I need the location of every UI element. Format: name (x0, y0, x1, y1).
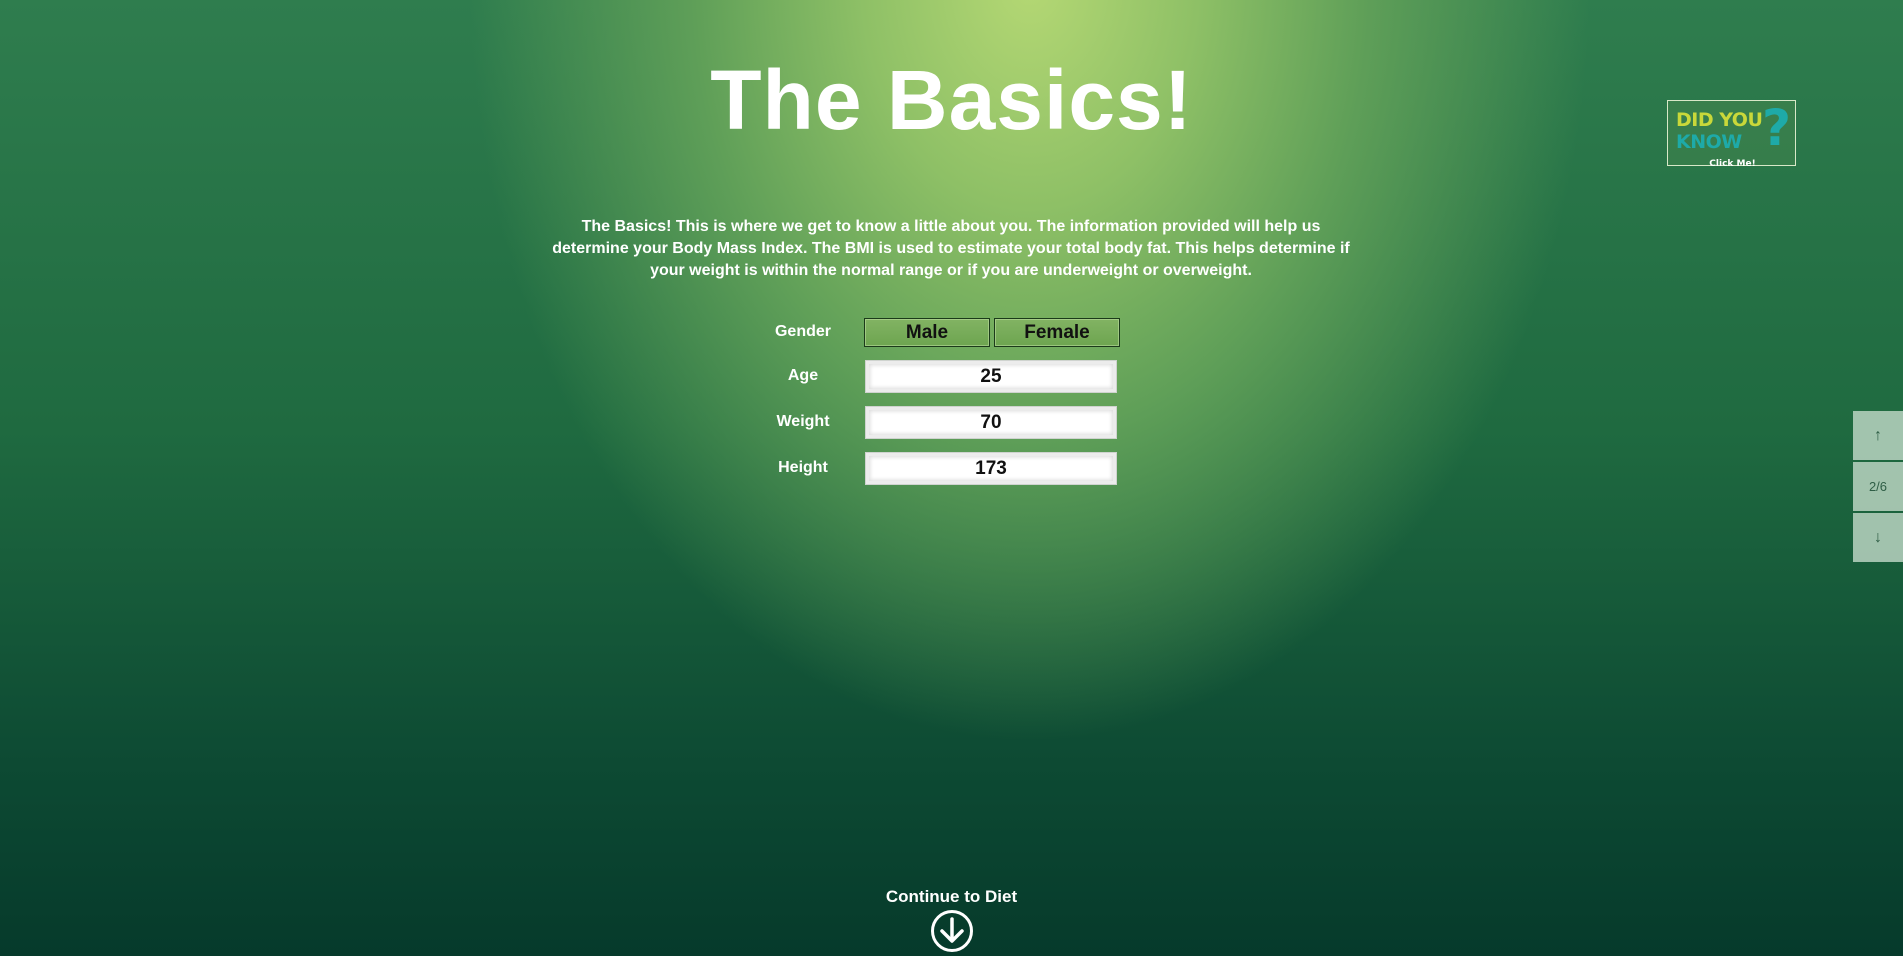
did-you-know-logo-button[interactable]: DID YOU KNOW ? Click Me! (1667, 99, 1796, 169)
page-title: The Basics! (710, 53, 1193, 147)
question-mark-icon: ? (1762, 99, 1792, 157)
age-input[interactable]: 25 (865, 360, 1117, 393)
circle-arrow-down-icon[interactable] (930, 909, 974, 953)
page-indicator: 2/6 (1853, 462, 1903, 511)
male-button[interactable]: Male (864, 318, 990, 347)
weight-label: Weight (776, 413, 830, 430)
arrow-down-icon[interactable]: ↓ (1853, 513, 1903, 562)
logo-line1: DID YOU (1676, 109, 1763, 131)
age-label: Age (787, 367, 819, 384)
height-label: Height (778, 459, 828, 476)
continue-section: Continue to Diet (0, 887, 1903, 952)
logo-line2: KNOW (1676, 131, 1742, 153)
arrow-up-icon[interactable]: ↑ (1853, 411, 1903, 460)
weight-input[interactable]: 70 (865, 406, 1117, 439)
continue-to-diet-link[interactable]: Continue to Diet (886, 887, 1017, 907)
gender-label: Gender (774, 323, 831, 340)
intro-text: The Basics! This is where we get to know… (552, 218, 1350, 279)
height-input[interactable]: 173 (865, 452, 1117, 485)
logo-click-me: Click Me! (1709, 159, 1756, 169)
female-button[interactable]: Female (994, 318, 1120, 347)
slide-navigation: ↑ 2/6 ↓ (1853, 411, 1903, 564)
